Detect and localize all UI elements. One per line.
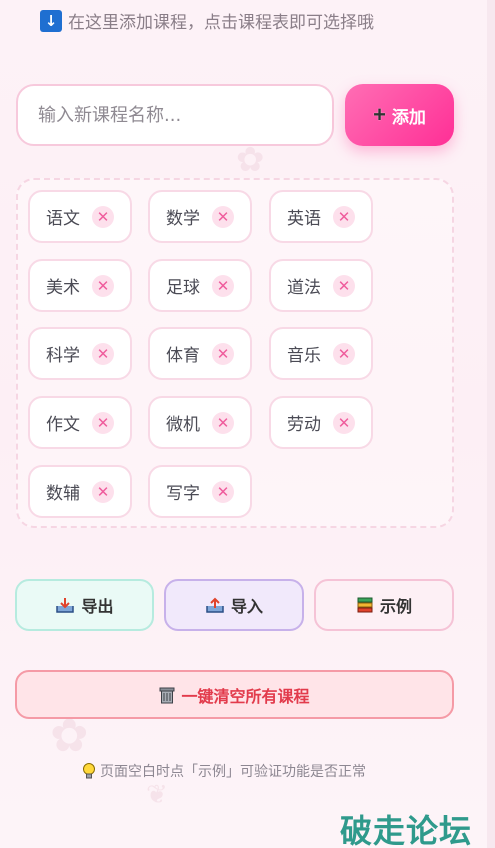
course-chip[interactable]: 微机 ✕: [148, 396, 252, 449]
course-chip[interactable]: 写字 ✕: [148, 465, 252, 518]
top-hint-text: 在这里添加课程，点击课程表即可选择哦: [68, 13, 374, 33]
books-icon: [357, 597, 373, 613]
clear-all-button[interactable]: 一键清空所有课程: [15, 670, 454, 719]
remove-icon[interactable]: ✕: [92, 275, 114, 297]
add-course-form: + 添加: [16, 84, 454, 148]
export-button[interactable]: 导出: [15, 579, 154, 631]
course-chip[interactable]: 美术 ✕: [28, 259, 132, 312]
remove-icon[interactable]: ✕: [333, 275, 355, 297]
course-chip-label: 科学: [46, 346, 80, 366]
top-hint: ↓ 在这里添加课程，点击课程表即可选择哦: [40, 8, 374, 33]
clear-all-label: 一键清空所有课程: [181, 688, 310, 706]
down-arrow-icon: ↓: [40, 9, 62, 32]
tip-text: 页面空白时点「示例」可验证功能是否正常: [100, 764, 366, 780]
course-chip-label: 微机: [166, 415, 200, 435]
remove-icon[interactable]: ✕: [92, 412, 114, 434]
course-chip-label: 体育: [166, 346, 200, 366]
remove-icon[interactable]: ✕: [212, 206, 234, 228]
course-chip[interactable]: 数辅 ✕: [28, 465, 132, 518]
remove-icon[interactable]: ✕: [92, 206, 114, 228]
add-course-button[interactable]: + 添加: [345, 84, 454, 146]
course-chip[interactable]: 道法 ✕: [269, 259, 373, 312]
course-chip[interactable]: 音乐 ✕: [269, 327, 373, 380]
course-chip[interactable]: 语文 ✕: [28, 190, 132, 243]
example-label: 示例: [379, 599, 412, 616]
trash-icon: [159, 687, 175, 703]
remove-icon[interactable]: ✕: [212, 481, 234, 503]
course-chip[interactable]: 体育 ✕: [148, 327, 252, 380]
remove-icon[interactable]: ✕: [92, 343, 114, 365]
course-list: 语文 ✕ 数学 ✕ 英语 ✕ 美术 ✕ 足球 ✕ 道法 ✕ 科学 ✕ 体育 ✕ …: [16, 178, 454, 528]
course-chip[interactable]: 足球 ✕: [148, 259, 252, 312]
export-tray-icon: [56, 598, 75, 613]
example-button[interactable]: 示例: [314, 579, 454, 631]
course-chip[interactable]: 科学 ✕: [28, 327, 132, 380]
course-chip[interactable]: 英语 ✕: [269, 190, 373, 243]
course-chip-label: 语文: [46, 209, 80, 229]
course-chip-label: 音乐: [287, 346, 321, 366]
remove-icon[interactable]: ✕: [333, 412, 355, 434]
remove-icon[interactable]: ✕: [212, 275, 234, 297]
remove-icon[interactable]: ✕: [212, 412, 234, 434]
course-chip-label: 足球: [166, 278, 200, 298]
course-chip-label: 英语: [287, 209, 321, 229]
course-name-input[interactable]: [16, 84, 334, 146]
import-label: 导入: [230, 599, 263, 616]
course-chip-label: 数学: [166, 209, 200, 229]
plus-icon: +: [373, 102, 386, 127]
course-chip-label: 劳动: [287, 415, 321, 435]
course-chip-label: 道法: [287, 278, 321, 298]
watermark: 破走论坛: [340, 812, 473, 848]
course-chip[interactable]: 数学 ✕: [148, 190, 252, 243]
course-chip-label: 美术: [46, 278, 80, 298]
course-chip-label: 数辅: [46, 484, 80, 504]
remove-icon[interactable]: ✕: [212, 343, 234, 365]
course-chip-label: 写字: [166, 484, 200, 504]
lightbulb-icon: [83, 763, 95, 779]
tip: 页面空白时点「示例」可验证功能是否正常: [82, 761, 366, 781]
course-chip-label: 作文: [46, 415, 80, 435]
add-button-label: 添加: [391, 107, 426, 127]
scrollbar[interactable]: [487, 0, 495, 848]
remove-icon[interactable]: ✕: [333, 343, 355, 365]
import-tray-icon: [206, 597, 224, 613]
course-chip[interactable]: 劳动 ✕: [269, 396, 373, 449]
remove-icon[interactable]: ✕: [92, 481, 114, 503]
course-chip[interactable]: 作文 ✕: [28, 396, 132, 449]
import-button[interactable]: 导入: [164, 579, 304, 631]
remove-icon[interactable]: ✕: [333, 206, 355, 228]
leaf-decoration: ❦: [146, 780, 168, 810]
export-label: 导出: [81, 599, 114, 616]
